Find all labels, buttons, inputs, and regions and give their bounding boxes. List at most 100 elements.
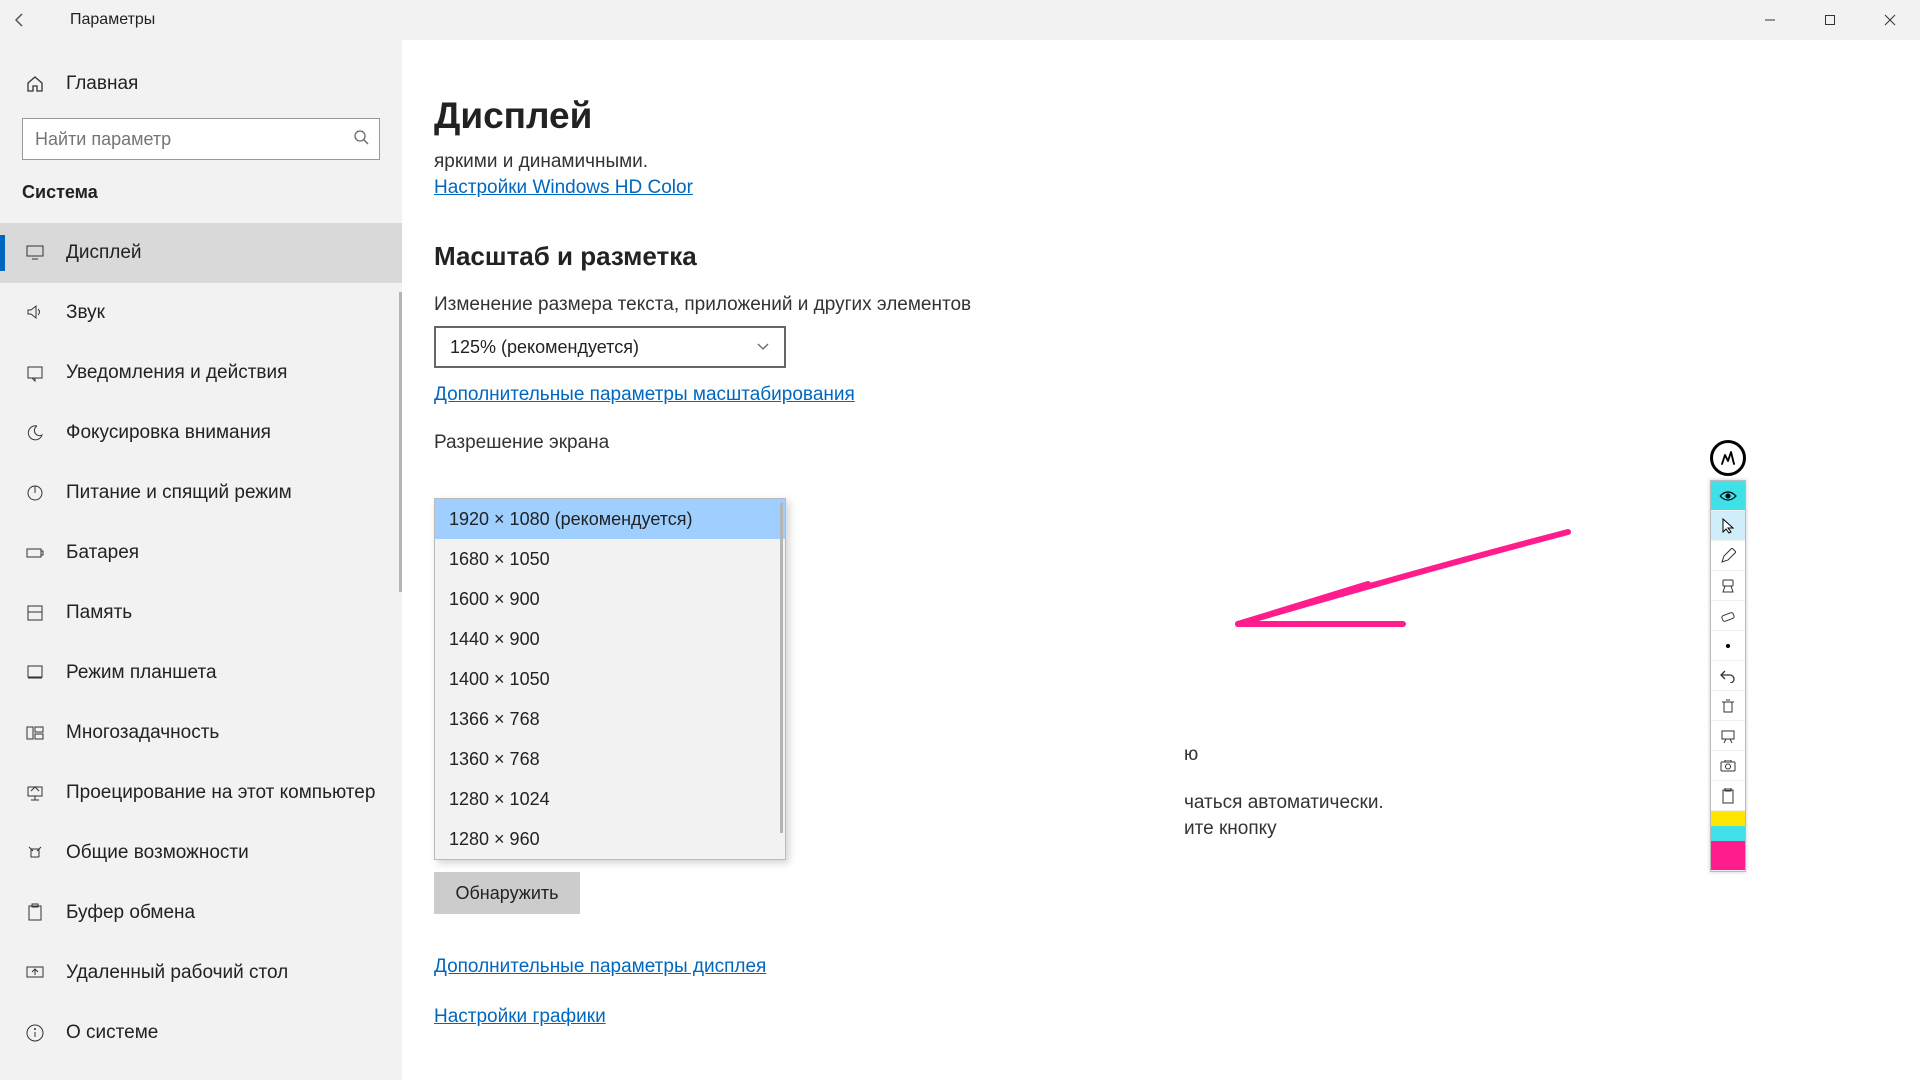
tool-whiteboard[interactable] <box>1711 721 1745 751</box>
tool-trash[interactable] <box>1711 691 1745 721</box>
hd-color-link[interactable]: Настройки Windows HD Color <box>434 177 693 199</box>
tool-pen[interactable] <box>1711 541 1745 571</box>
sidebar-item-multitask[interactable]: Многозадачность <box>0 703 402 763</box>
search-input[interactable] <box>22 118 380 160</box>
sidebar-item-label: Питание и спящий режим <box>66 482 292 504</box>
sidebar-item-label: О системе <box>66 1022 158 1044</box>
tool-highlighter[interactable] <box>1711 571 1745 601</box>
sidebar-item-shared[interactable]: Общие возможности <box>0 823 402 883</box>
detect-button[interactable]: Обнаружить <box>434 872 580 914</box>
tool-clipboard[interactable] <box>1711 781 1745 811</box>
shared-icon <box>22 843 48 863</box>
sidebar-item-label: Удаленный рабочий стол <box>66 962 288 984</box>
sidebar-item-label: Многозадачность <box>66 722 219 744</box>
dropdown-scrollbar[interactable] <box>780 503 783 833</box>
scale-value: 125% (рекомендуется) <box>450 337 639 358</box>
search-icon <box>353 129 369 150</box>
multitask-icon <box>22 723 48 743</box>
adv-display-link[interactable]: Дополнительные параметры дисплея <box>434 956 766 978</box>
sound-icon <box>22 303 48 323</box>
resolution-label: Разрешение экрана <box>434 432 1920 454</box>
sidebar-item-label: Батарея <box>66 542 139 564</box>
resolution-option[interactable]: 1280 × 960 <box>435 819 785 859</box>
resolution-option[interactable]: 1400 × 1050 <box>435 659 785 699</box>
partial-text-2: ите кнопку <box>1184 818 1277 840</box>
sidebar-item-clipboard[interactable]: Буфер обмена <box>0 883 402 943</box>
scale-heading: Масштаб и разметка <box>434 241 1920 272</box>
sidebar-item-label: Общие возможности <box>66 842 249 864</box>
sidebar-item-label: Дисплей <box>66 242 142 264</box>
home-label: Главная <box>66 73 138 95</box>
resolution-option[interactable]: 1360 × 768 <box>435 739 785 779</box>
minimize-button[interactable] <box>1740 0 1800 40</box>
epicpen-logo[interactable] <box>1710 440 1746 476</box>
notify-icon <box>22 363 48 383</box>
titlebar: Параметры <box>0 0 1920 40</box>
tool-dot[interactable] <box>1711 631 1745 661</box>
sidebar-item-label: Буфер обмена <box>66 902 195 924</box>
resolution-dropdown[interactable]: 1920 × 1080 (рекомендуется)1680 × 105016… <box>434 498 786 860</box>
chevron-down-icon <box>756 337 770 358</box>
close-button[interactable] <box>1860 0 1920 40</box>
clipboard-icon <box>22 903 48 923</box>
battery-icon <box>22 543 48 563</box>
sidebar-item-notify[interactable]: Уведомления и действия <box>0 343 402 403</box>
content-area: Дисплей яркими и динамичными. Настройки … <box>402 40 1920 1080</box>
maximize-button[interactable] <box>1800 0 1860 40</box>
tool-color-yellow-cyan[interactable] <box>1711 811 1745 841</box>
tool-color-pink[interactable] <box>1711 841 1745 871</box>
remote-icon <box>22 963 48 983</box>
moon-icon <box>22 423 48 443</box>
back-button[interactable] <box>0 0 40 40</box>
resolution-option[interactable]: 1440 × 900 <box>435 619 785 659</box>
power-icon <box>22 483 48 503</box>
tool-undo[interactable] <box>1711 661 1745 691</box>
info-icon <box>22 1023 48 1043</box>
sidebar-item-battery[interactable]: Батарея <box>0 523 402 583</box>
scale-label: Изменение размера текста, приложений и д… <box>434 294 1920 316</box>
scale-combobox[interactable]: 125% (рекомендуется) <box>434 326 786 368</box>
resolution-option[interactable]: 1600 × 900 <box>435 579 785 619</box>
sidebar-item-monitor[interactable]: Дисплей <box>0 223 402 283</box>
sidebar-item-label: Фокусировка внимания <box>66 422 271 444</box>
annotation-toolbar <box>1710 480 1746 872</box>
project-icon <box>22 783 48 803</box>
home-icon <box>22 75 48 93</box>
sidebar-item-label: Режим планшета <box>66 662 217 684</box>
tablet-icon <box>22 663 48 683</box>
search-field[interactable] <box>35 129 367 150</box>
adv-scaling-link[interactable]: Дополнительные параметры масштабирования <box>434 384 855 406</box>
page-title: Дисплей <box>434 95 1920 137</box>
sidebar-item-storage[interactable]: Память <box>0 583 402 643</box>
resolution-option[interactable]: 1920 × 1080 (рекомендуется) <box>435 499 785 539</box>
sidebar-item-label: Звук <box>66 302 105 324</box>
partial-text-1: чаться автоматически. <box>1184 792 1384 814</box>
sidebar-item-label: Уведомления и действия <box>66 362 287 384</box>
sidebar-item-moon[interactable]: Фокусировка внимания <box>0 403 402 463</box>
sidebar-item-info[interactable]: О системе <box>0 1003 402 1063</box>
sidebar-item-sound[interactable]: Звук <box>0 283 402 343</box>
resolution-option[interactable]: 1680 × 1050 <box>435 539 785 579</box>
sidebar-item-power[interactable]: Питание и спящий режим <box>0 463 402 523</box>
sidebar-item-remote[interactable]: Удаленный рабочий стол <box>0 943 402 1003</box>
graphics-link[interactable]: Настройки графики <box>434 1006 606 1028</box>
partial-link-fragment[interactable]: ю <box>1184 744 1198 766</box>
sidebar-item-tablet[interactable]: Режим планшета <box>0 643 402 703</box>
tool-eye[interactable] <box>1711 481 1745 511</box>
window-title: Параметры <box>70 11 155 29</box>
sidebar: Главная Система Дисплей Звук Уведомления и… <box>0 40 402 1080</box>
tool-eraser[interactable] <box>1711 601 1745 631</box>
tool-cursor[interactable] <box>1711 511 1745 541</box>
hdr-preview-text: яркими и динамичными. <box>434 151 1920 173</box>
monitor-icon <box>22 243 48 263</box>
resolution-option[interactable]: 1366 × 768 <box>435 699 785 739</box>
sidebar-item-label: Память <box>66 602 132 624</box>
resolution-option[interactable]: 1280 × 1024 <box>435 779 785 819</box>
storage-icon <box>22 603 48 623</box>
tool-camera[interactable] <box>1711 751 1745 781</box>
home-button[interactable]: Главная <box>0 60 402 108</box>
sidebar-item-label: Проецирование на этот компьютер <box>66 782 375 804</box>
sidebar-item-project[interactable]: Проецирование на этот компьютер <box>0 763 402 823</box>
annotation-arrow <box>1228 524 1578 644</box>
category-label: Система <box>0 168 402 215</box>
